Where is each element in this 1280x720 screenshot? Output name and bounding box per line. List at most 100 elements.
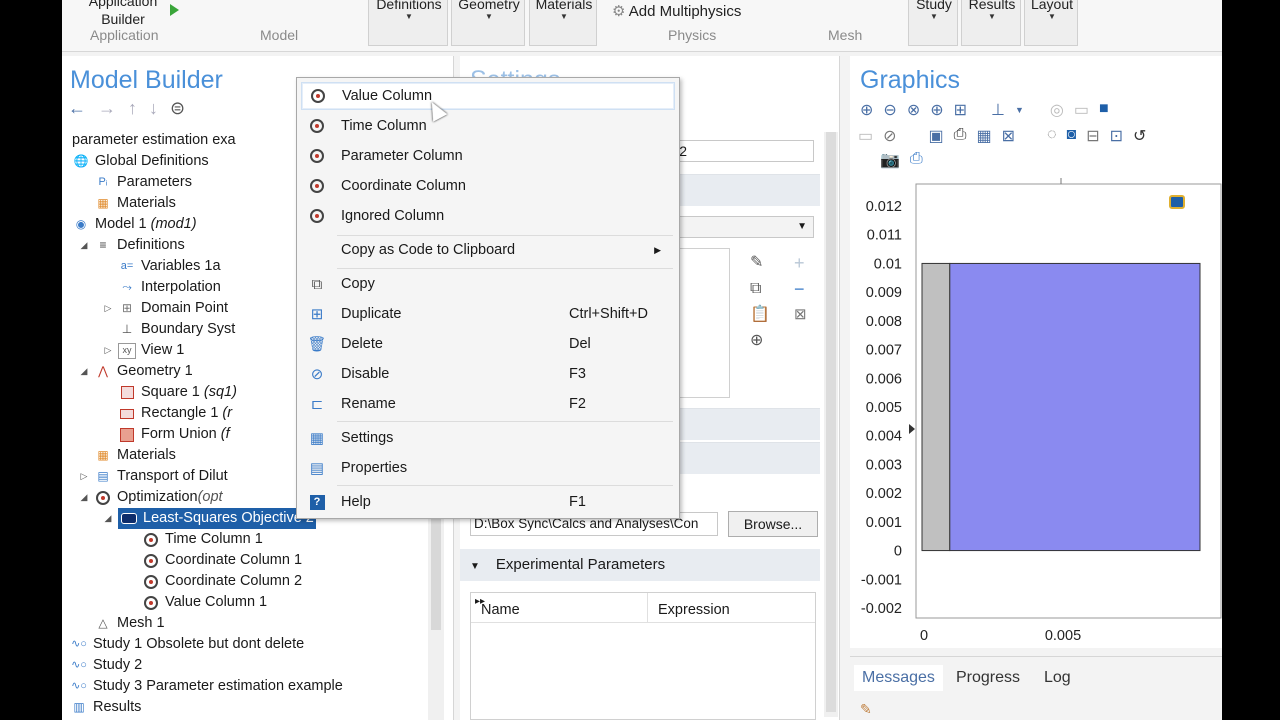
tree-item-interpolation[interactable]: ⤳ Interpolation	[118, 277, 221, 298]
zoom-in-icon[interactable]: ⊕	[860, 100, 873, 120]
tab-progress[interactable]: Progress	[948, 665, 1028, 691]
add-icon[interactable]: +	[794, 250, 807, 276]
zoom-selected-icon[interactable]: ⊕	[930, 100, 943, 120]
tree-item-study-3[interactable]: ∿○ Study 3 Parameter estimation example	[70, 676, 343, 697]
menu-item-duplicate[interactable]: ⊞ Duplicate Ctrl+Shift+D	[301, 300, 675, 328]
layout-button[interactable]: Layout ▼	[1024, 0, 1078, 46]
tree-item-transport[interactable]: ▷ ▤ Transport of Dilut	[78, 466, 228, 487]
tree-item-optimization[interactable]: ◢ Optimization (opt	[78, 487, 223, 508]
forward-arrow-icon[interactable]: →	[98, 98, 116, 120]
menu-item-parameter-column[interactable]: Parameter Column	[301, 142, 675, 170]
select-all-icon[interactable]: ▣	[929, 126, 944, 146]
transparency-icon[interactable]: ◎	[1050, 100, 1064, 120]
expand-icon[interactable]: ◢	[78, 361, 90, 382]
application-builder-button[interactable]: Application Builder	[88, 0, 158, 28]
remove-icon[interactable]: −	[794, 276, 807, 302]
hide-icon[interactable]: ⊘	[883, 126, 896, 146]
collapsed-icon[interactable]: ▷	[102, 298, 114, 319]
menu-item-properties[interactable]: ▤ Properties	[301, 454, 675, 482]
zoom-selection-icon[interactable]: ⊕	[750, 328, 770, 354]
clear-icon[interactable]: ⊠	[1002, 126, 1015, 146]
materials-button[interactable]: Materials ▼	[529, 0, 597, 46]
menu-item-settings[interactable]: ▦ Settings	[301, 424, 675, 452]
menu-item-ignored-column[interactable]: Ignored Column	[301, 202, 675, 230]
tree-item-coordinate-column-2[interactable]: Coordinate Column 2	[142, 571, 302, 592]
browse-button[interactable]: Browse...	[728, 511, 818, 537]
tree-item-materials[interactable]: ▦ Materials	[94, 445, 176, 466]
tree-item-results[interactable]: ▥ Results	[70, 697, 141, 718]
settings-scrollbar[interactable]	[824, 132, 838, 717]
tree-item-variables[interactable]: a= Variables 1a	[118, 256, 221, 277]
show-objects-icon[interactable]: ◙	[1067, 126, 1077, 146]
back-arrow-icon[interactable]: ←	[68, 98, 86, 120]
tree-item-geometry-1[interactable]: ◢ ⋀ Geometry 1	[78, 361, 193, 382]
menu-item-rename[interactable]: ⊏ Rename F2	[301, 390, 675, 418]
tree-item-study-1[interactable]: ∿○ Study 1 Obsolete but dont delete	[70, 634, 304, 655]
collapsed-icon[interactable]: ▷	[78, 466, 90, 487]
menu-item-value-column[interactable]: Value Column	[301, 82, 675, 110]
zoom-extents-icon[interactable]: ⊞	[954, 100, 967, 120]
scrollbar-thumb[interactable]	[826, 132, 836, 712]
camera-icon[interactable]: 📷	[880, 150, 900, 170]
expand-icon[interactable]: ◢	[78, 487, 90, 508]
reset-hiding-icon[interactable]: ⊡	[1110, 126, 1123, 146]
tree-item-boundary-system[interactable]: ⊥ Boundary Syst	[118, 319, 236, 340]
collapsed-icon[interactable]: ▷	[102, 340, 114, 361]
study-button[interactable]: Study ▼	[908, 0, 958, 46]
parameters-table[interactable]: ▸▸ Name Expression	[470, 592, 816, 720]
tree-item-coordinate-column-1[interactable]: Coordinate Column 1	[142, 550, 302, 571]
copy-icon[interactable]: ⧉	[750, 276, 770, 302]
tab-log[interactable]: Log	[1036, 665, 1079, 691]
axis-orientation-icon[interactable]: ⊥	[991, 100, 1005, 120]
tree-item-materials-global[interactable]: ▦ Materials	[94, 193, 176, 214]
legend-icon[interactable]	[1169, 195, 1185, 209]
experimental-parameters-section[interactable]: ▼ Experimental Parameters	[460, 549, 820, 581]
hide-objects-icon[interactable]: ◌	[1047, 126, 1057, 146]
reset-icon[interactable]: ↺	[1133, 126, 1146, 146]
pick-icon[interactable]: ✎	[750, 250, 770, 276]
clear-messages-icon[interactable]: ✎	[860, 701, 872, 718]
tree-item-rectangle-1[interactable]: Rectangle 1 (r	[118, 403, 232, 424]
tree-item-study-2[interactable]: ∿○ Study 2	[70, 655, 142, 676]
menu-item-coordinate-column[interactable]: Coordinate Column	[301, 172, 675, 200]
menu-item-copy-as-code[interactable]: Copy as Code to Clipboard ▶	[301, 236, 675, 264]
geometry-button[interactable]: Geometry ▼	[451, 0, 525, 46]
definitions-button[interactable]: Definitions ▼	[368, 0, 448, 46]
tree-item-model-1[interactable]: ◉ Model 1 (mod1)	[72, 214, 197, 235]
expand-icon[interactable]: ◢	[78, 235, 90, 256]
tree-item-mesh-1[interactable]: △ Mesh 1	[94, 613, 164, 634]
zoom-box-icon[interactable]: ⊗	[907, 100, 920, 120]
menu-item-disable[interactable]: ⊘ Disable F3	[301, 360, 675, 388]
graphics-plot[interactable]: 0.012 0.011 0.01 0.009 0.008 0.007 0.006 0.005 0…	[850, 170, 1222, 650]
show-icon[interactable]: ⊜	[170, 98, 185, 120]
tree-item-domain-point[interactable]: ▷ ⊞ Domain Point	[102, 298, 229, 319]
tree-item-global-definitions[interactable]: 🌐 Global Definitions	[72, 151, 209, 172]
menu-item-time-column[interactable]: Time Column	[301, 112, 675, 140]
menu-item-delete[interactable]: 🗑 Delete Del	[301, 330, 675, 358]
wireframe-icon[interactable]: ▭	[1074, 100, 1089, 120]
tree-item-time-column-1[interactable]: Time Column 1	[142, 529, 263, 550]
scene-light-icon[interactable]: ■	[1099, 100, 1109, 120]
add-multiphysics-button[interactable]: ⚙ Add Multiphysics	[612, 2, 741, 20]
column-header-name[interactable]: ▸▸ Name	[471, 593, 647, 622]
tree-root[interactable]: parameter estimation exa	[72, 130, 236, 151]
up-arrow-icon[interactable]: ↑	[128, 98, 137, 120]
menu-item-copy[interactable]: ⧉ Copy	[301, 270, 675, 298]
expand-all-icon[interactable]: ▸▸	[475, 585, 485, 619]
column-header-expression[interactable]: Expression	[647, 593, 730, 622]
select-boundaries-icon[interactable]: ▭	[858, 126, 873, 146]
tree-item-least-squares[interactable]: ◢ Least-Squares Objective 2	[102, 508, 316, 529]
show-hidden-icon[interactable]: ⊟	[1086, 126, 1099, 146]
tree-item-value-column-1[interactable]: Value Column 1	[142, 592, 267, 613]
expand-icon[interactable]: ◢	[102, 508, 114, 529]
paste-icon[interactable]: 📋	[750, 302, 770, 328]
gray-domain[interactable]	[921, 262, 951, 552]
run-application-icon[interactable]	[170, 4, 179, 16]
tree-item-form-union[interactable]: Form Union (f	[118, 424, 230, 445]
tab-messages[interactable]: Messages	[854, 665, 943, 691]
down-arrow-icon[interactable]: ↓	[149, 98, 158, 120]
tree-item-view-1[interactable]: ▷ xy View 1	[102, 340, 184, 361]
clear-selection-icon[interactable]: ⊠	[794, 302, 807, 328]
build-all-icon[interactable]: ▦	[976, 126, 991, 146]
chevron-down-icon[interactable]: ▼	[1015, 100, 1024, 120]
